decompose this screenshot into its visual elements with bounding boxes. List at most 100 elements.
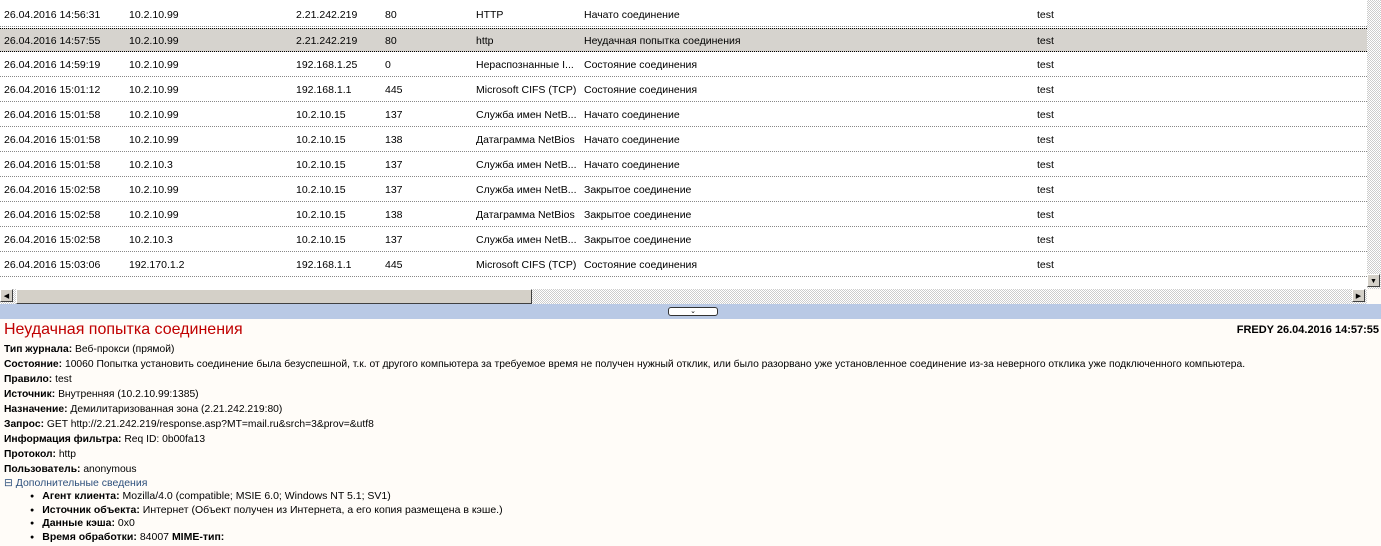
cell-destination: 192.168.1.25 [296, 59, 358, 71]
cell-source: 10.2.10.3 [129, 234, 173, 246]
detail-field: Назначение: Демилитаризованная зона (2.2… [4, 404, 282, 415]
table-row[interactable]: 26.04.2016 15:01:58 10.2.10.99 10.2.10.15 1… [0, 128, 1367, 152]
field-value: Внутренняя (10.2.10.99:1385) [58, 389, 199, 400]
collapse-chevron-icon[interactable]: ⌄ [668, 307, 718, 316]
field-label: Информация фильтра: [4, 434, 122, 445]
detail-field: Пользователь: anonymous [4, 464, 137, 475]
table-row[interactable]: 26.04.2016 15:02:58 10.2.10.99 10.2.10.15 1… [0, 203, 1367, 227]
cell-action: Начато соединение [584, 9, 680, 21]
cell-destination: 2.21.242.219 [296, 9, 358, 21]
more-info-item: Время обработки: 84007 MIME-тип: [30, 531, 224, 543]
cell-time: 26.04.2016 14:59:19 [4, 59, 101, 71]
table-row[interactable]: 26.04.2016 15:01:58 10.2.10.99 10.2.10.15 1… [0, 103, 1367, 127]
cell-source: 10.2.10.99 [129, 209, 179, 221]
field-value: Интернет (Объект получен из Интернета, а… [142, 503, 503, 516]
cell-source: 10.2.10.99 [129, 9, 179, 21]
cell-time: 26.04.2016 15:01:58 [4, 109, 101, 121]
field-label: Состояние: [4, 359, 63, 370]
pane-splitter[interactable]: ⌄ [0, 304, 1381, 319]
table-row[interactable]: 26.04.2016 14:57:55 10.2.10.99 2.21.242.21… [0, 28, 1367, 52]
cell-action: Закрытое соединение [584, 184, 692, 196]
cell-time: 26.04.2016 15:01:58 [4, 159, 101, 171]
scroll-right-icon[interactable]: ▶ [1352, 289, 1365, 302]
table-row[interactable]: 26.04.2016 15:03:06 192.170.1.2 192.168.1.… [0, 253, 1367, 277]
cell-port: 137 [385, 159, 403, 171]
cell-port: 137 [385, 234, 403, 246]
more-info-toggle[interactable]: ⊟ Дополнительные сведения [4, 477, 147, 489]
cell-source: 10.2.10.99 [129, 84, 179, 96]
field-value: Веб-прокси (прямой) [75, 344, 175, 355]
cell-protocol: Microsoft CIFS (TCP) [476, 259, 577, 271]
cell-time: 26.04.2016 14:57:55 [4, 35, 101, 47]
cell-protocol: Датаграмма NetBios [476, 209, 575, 221]
table-row[interactable]: 26.04.2016 14:59:19 10.2.10.99 192.168.1.2… [0, 53, 1367, 77]
scroll-down-icon[interactable]: ▼ [1367, 274, 1380, 287]
detail-title: Неудачная попытка соединения [4, 321, 243, 338]
cell-user: test [1037, 9, 1054, 21]
cell-port: 445 [385, 259, 403, 271]
cell-action: Закрытое соединение [584, 234, 692, 246]
field-value: test [55, 374, 72, 385]
cell-user: test [1037, 234, 1054, 246]
cell-port: 137 [385, 109, 403, 121]
log-list: 26.04.2016 14:56:31 10.2.10.99 2.21.242.21… [0, 0, 1367, 289]
cell-action: Состояние соединения [584, 259, 698, 271]
cell-action: Состояние соединения [584, 84, 698, 96]
field-value: 84007 [139, 530, 170, 543]
cell-port: 138 [385, 209, 403, 221]
table-row[interactable]: 26.04.2016 15:02:58 10.2.10.99 10.2.10.15 1… [0, 178, 1367, 202]
cell-time: 26.04.2016 15:02:58 [4, 184, 101, 196]
cell-time: 26.04.2016 15:01:58 [4, 134, 101, 146]
cell-destination: 10.2.10.15 [296, 234, 346, 246]
cell-destination: 10.2.10.15 [296, 159, 346, 171]
cell-protocol: Нераспознанные I... [476, 59, 574, 71]
cell-user: test [1037, 209, 1054, 221]
cell-port: 137 [385, 184, 403, 196]
more-info-item: Агент клиента: Mozilla/4.0 (compatible; … [30, 490, 391, 502]
field-label: Агент клиента: [42, 490, 120, 502]
cell-user: test [1037, 184, 1054, 196]
field-value: Демилитаризованная зона (2.21.242.219:80… [70, 404, 283, 415]
field-label: Тип журнала: [4, 344, 73, 355]
field-label: Назначение: [4, 404, 68, 415]
detail-field: Состояние: 10060 Попытка установить соед… [4, 359, 1245, 370]
scroll-left-icon[interactable]: ◀ [0, 289, 13, 302]
field-label: Время обработки: [42, 530, 137, 543]
cell-source: 10.2.10.3 [129, 159, 173, 171]
table-row[interactable]: 26.04.2016 14:56:31 10.2.10.99 2.21.242.21… [0, 3, 1367, 27]
cell-source: 192.170.1.2 [129, 259, 185, 271]
field-label: Источник: [4, 389, 56, 400]
table-row[interactable]: 26.04.2016 15:01:12 10.2.10.99 192.168.1.1… [0, 78, 1367, 102]
cell-user: test [1037, 35, 1054, 47]
cell-destination: 10.2.10.15 [296, 209, 346, 221]
cell-port: 0 [385, 59, 391, 71]
collapse-box-icon[interactable]: ⊟ [4, 477, 13, 489]
field-label: Данные кэша: [42, 517, 115, 529]
cell-destination: 192.168.1.1 [296, 259, 352, 271]
cell-destination: 2.21.242.219 [296, 35, 358, 47]
horizontal-scrollbar[interactable]: ◀ ▶ [0, 289, 1367, 304]
table-row[interactable]: 26.04.2016 15:01:58 10.2.10.3 10.2.10.15 13… [0, 153, 1367, 177]
field-label: Пользователь: [4, 464, 81, 475]
cell-protocol: Служба имен NetB... [476, 109, 577, 121]
field-value: http [58, 449, 77, 460]
detail-field: Протокол: http [4, 449, 76, 460]
field-value: 10060 Попытка установить соединение была… [64, 359, 1246, 370]
field-value: anonymous [83, 464, 137, 475]
cell-time: 26.04.2016 14:56:31 [4, 9, 101, 21]
cell-user: test [1037, 59, 1054, 71]
cell-time: 26.04.2016 15:01:12 [4, 84, 101, 96]
table-row[interactable]: 26.04.2016 15:02:58 10.2.10.3 10.2.10.15 13… [0, 228, 1367, 252]
detail-field: Информация фильтра: Req ID: 0b00fa13 [4, 434, 205, 445]
field-value: Mozilla/4.0 (compatible; MSIE 6.0; Windo… [122, 490, 391, 502]
cell-action: Начато соединение [584, 134, 680, 146]
cell-port: 445 [385, 84, 403, 96]
vertical-scrollbar[interactable]: ▼ [1367, 0, 1381, 289]
scrollbar-thumb[interactable] [16, 289, 532, 304]
cell-user: test [1037, 259, 1054, 271]
cell-protocol: Microsoft CIFS (TCP) [476, 84, 577, 96]
cell-source: 10.2.10.99 [129, 134, 179, 146]
detail-field: Тип журнала: Веб-прокси (прямой) [4, 344, 174, 355]
cell-protocol: Датаграмма NetBios [476, 134, 575, 146]
field-label: Источник объекта: [42, 503, 140, 516]
